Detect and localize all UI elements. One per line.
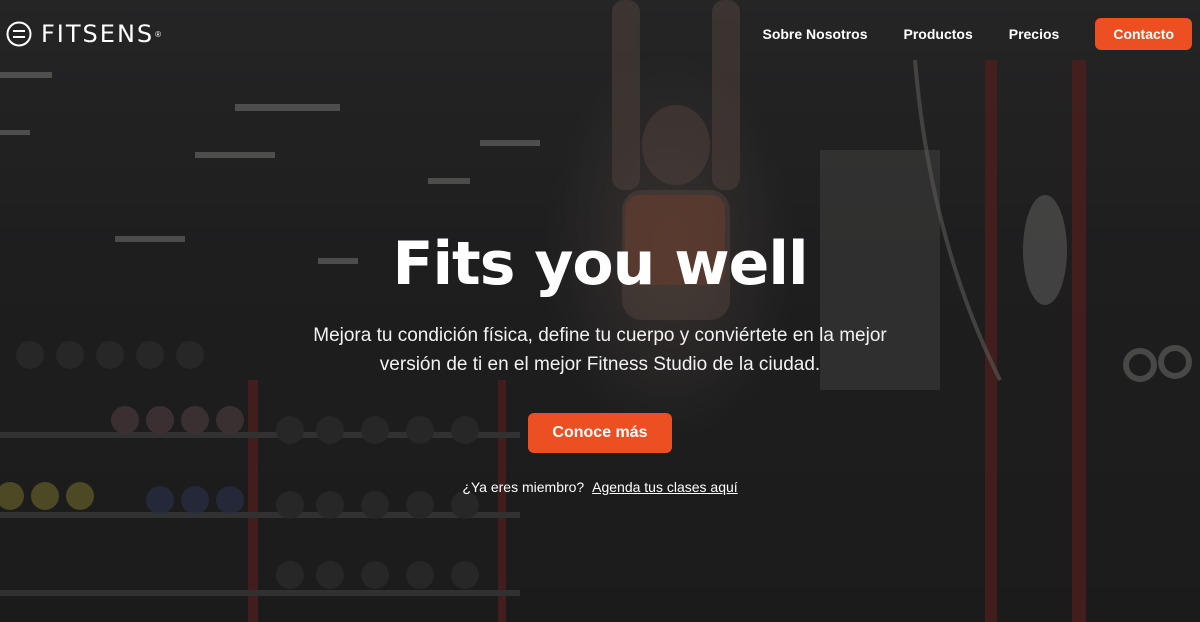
brand-logo[interactable]: FITSENS ® bbox=[5, 20, 161, 48]
hero-headline: Fits you well bbox=[392, 229, 808, 299]
hero-content: Fits you well Mejora tu condición física… bbox=[0, 225, 1200, 495]
hero-section: FITSENS ® Sobre Nosotros Productos Preci… bbox=[0, 0, 1200, 622]
nav-menu: Sobre Nosotros Productos Precios Contact… bbox=[762, 18, 1192, 50]
brand-name: FITSENS bbox=[41, 20, 155, 48]
nav-link-precios[interactable]: Precios bbox=[1009, 26, 1060, 42]
schedule-classes-link[interactable]: Agenda tus clases aquí bbox=[592, 479, 738, 495]
contact-button[interactable]: Contacto bbox=[1095, 18, 1192, 50]
hero-subtext: Mejora tu condición física, define tu cu… bbox=[313, 325, 887, 375]
navbar: FITSENS ® Sobre Nosotros Productos Preci… bbox=[0, 0, 1200, 68]
member-question: ¿Ya eres miembro? bbox=[462, 479, 585, 495]
registered-mark: ® bbox=[155, 29, 162, 39]
learn-more-button[interactable]: Conoce más bbox=[528, 413, 672, 453]
nav-link-productos[interactable]: Productos bbox=[904, 26, 973, 42]
nav-link-sobre-nosotros[interactable]: Sobre Nosotros bbox=[762, 26, 867, 42]
member-prompt: ¿Ya eres miembro? Agenda tus clases aquí bbox=[0, 479, 1200, 495]
logo-icon bbox=[6, 21, 32, 47]
